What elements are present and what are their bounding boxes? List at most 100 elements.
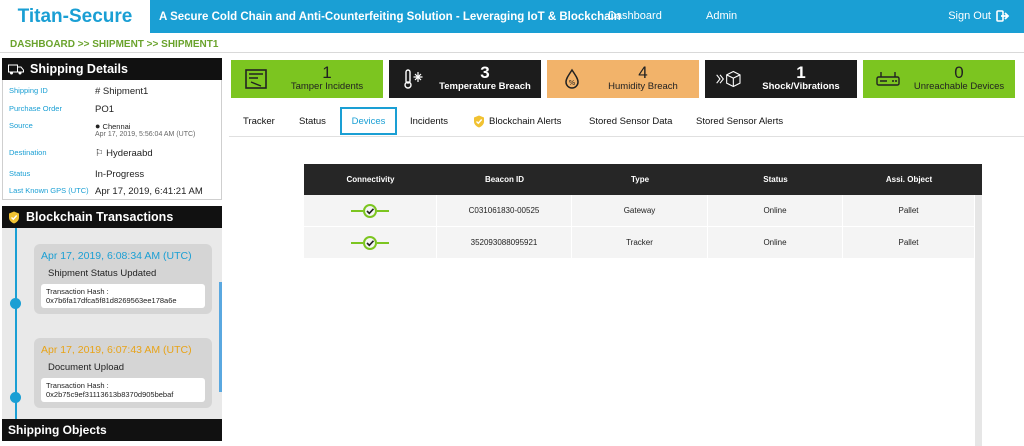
field-label: Purchase Order	[9, 104, 62, 113]
tab-blockchain-alerts[interactable]: Blockchain Alerts	[473, 105, 561, 137]
stat-tile-unreachable[interactable]: 0 Unreachable Devices	[863, 60, 1015, 98]
stat-label: Tamper Incidents	[290, 81, 364, 92]
source-time: Apr 17, 2019, 5:56:04 AM (UTC)	[95, 131, 196, 138]
object-cell: Pallet	[843, 227, 975, 258]
field-label: Destination	[9, 148, 47, 157]
field-value: PO1	[95, 104, 115, 115]
humidity-drop-icon: %	[557, 68, 587, 90]
field-status: Status In-Progress	[9, 169, 221, 180]
field-value: Apr 17, 2019, 6:41:21 AM	[95, 186, 203, 197]
table-scrollbar[interactable]	[975, 195, 982, 446]
brand-logo[interactable]: Titan-Secure	[0, 0, 150, 33]
blockchain-header: Blockchain Transactions	[2, 206, 222, 228]
table-row[interactable]: C031061830-00525 Gateway Online Pallet	[304, 195, 982, 227]
tab-tracker[interactable]: Tracker	[243, 105, 275, 137]
table-row[interactable]: 352093088095921 Tracker Online Pallet	[304, 227, 982, 259]
scrollbar[interactable]	[219, 282, 222, 392]
transaction-time: Apr 17, 2019, 6:07:43 AM (UTC)	[41, 344, 192, 356]
shield-icon	[474, 115, 484, 127]
blockchain-timeline[interactable]: Apr 17, 2019, 6:08:34 AM (UTC) Shipment …	[2, 228, 222, 424]
tab-bar: Tracker Status Devices Incidents Blockch…	[229, 105, 1024, 137]
location-pin-icon: ●	[95, 121, 101, 131]
field-value: # Shipment1	[95, 86, 149, 97]
field-last-gps: Last Known GPS (UTC) Apr 17, 2019, 6:41:…	[9, 186, 221, 197]
sign-out-button[interactable]: Sign Out	[948, 10, 1010, 22]
nav-dashboard[interactable]: Dashboard	[608, 10, 662, 22]
table-header: Connectivity Beacon ID Type Status Assi.…	[304, 164, 982, 195]
field-label: Status	[9, 169, 31, 178]
column-header[interactable]: Assi. Object	[843, 164, 975, 195]
shield-icon	[9, 211, 19, 223]
hash-label: Transaction Hash :	[46, 381, 109, 390]
stat-tile-shock[interactable]: 1 Shock/Vibrations	[705, 60, 857, 98]
source-city: Chennai	[102, 122, 131, 131]
connected-check-icon	[351, 203, 389, 218]
stat-label: Shock/Vibrations	[762, 81, 840, 92]
transaction-hash-box: Transaction Hash : 0x2b75c9ef31113613b83…	[41, 378, 205, 402]
transaction-hash-box: Transaction Hash : 0x7b6fa17dfca5f81d826…	[41, 284, 205, 308]
stat-label: Temperature Breach	[439, 81, 531, 92]
stat-label: Unreachable Devices	[913, 81, 1005, 92]
blockchain-title: Blockchain Transactions	[26, 210, 174, 224]
shipping-details-body: Shipping ID # Shipment1 Purchase Order P…	[2, 80, 222, 200]
stat-tile-temperature[interactable]: 3 Temperature Breach	[389, 60, 541, 98]
tab-label: Blockchain Alerts	[489, 115, 562, 127]
left-panel: Shipping Details Shipping ID # Shipment1…	[2, 58, 222, 446]
stat-label: Humidity Breach	[608, 81, 678, 92]
stat-count: 0	[954, 63, 964, 82]
field-value: In-Progress	[95, 169, 145, 180]
field-value: ● Chennai Apr 17, 2019, 5:56:04 AM (UTC)	[95, 121, 195, 138]
snowflake-thermometer-icon	[399, 68, 429, 90]
transaction-event: Document Upload	[48, 362, 125, 373]
hash-label: Transaction Hash :	[46, 287, 109, 296]
hash-value[interactable]: 0x2b75c9ef31113613b8370d905bebaf	[46, 390, 200, 399]
timeline-dot	[10, 298, 21, 309]
tamper-icon	[241, 68, 271, 90]
tab-devices[interactable]: Devices	[340, 107, 397, 135]
breadcrumb[interactable]: DASHBOARD >> SHIPMENT >> SHIPMENT1	[10, 39, 218, 50]
app-tagline: A Secure Cold Chain and Anti-Counterfeit…	[159, 10, 621, 23]
nav-admin[interactable]: Admin	[706, 10, 737, 22]
connected-check-icon	[351, 235, 389, 250]
object-cell: Pallet	[843, 195, 975, 226]
shipping-details-title: Shipping Details	[30, 62, 128, 76]
beacon-id-cell: C031061830-00525	[437, 195, 572, 226]
connectivity-cell	[304, 227, 437, 258]
transaction-card: Apr 17, 2019, 6:07:43 AM (UTC) Document …	[34, 338, 212, 408]
sign-out-icon	[996, 10, 1010, 22]
shipping-objects-header[interactable]: Shipping Objects	[2, 419, 222, 441]
transaction-card: Apr 17, 2019, 6:08:34 AM (UTC) Shipment …	[34, 244, 212, 314]
field-source: Source ● Chennai Apr 17, 2019, 5:56:04 A…	[9, 121, 221, 138]
type-cell: Gateway	[572, 195, 708, 226]
stat-tile-tamper[interactable]: 1 Tamper Incidents	[231, 60, 383, 98]
divider	[0, 52, 1024, 53]
column-header[interactable]: Connectivity	[304, 164, 437, 195]
flag-icon: ⚐	[95, 148, 104, 159]
field-shipping-id: Shipping ID # Shipment1	[9, 86, 221, 97]
tab-status[interactable]: Status	[299, 105, 326, 137]
field-label: Source	[9, 121, 33, 130]
shipping-details-header: Shipping Details	[2, 58, 222, 80]
tab-incidents[interactable]: Incidents	[410, 105, 448, 137]
truck-icon	[8, 64, 24, 74]
svg-text:%: %	[569, 79, 576, 87]
field-destination: Destination ⚐ Hyderaabd	[9, 148, 221, 159]
column-header[interactable]: Beacon ID	[437, 164, 572, 195]
destination-city: Hyderaabd	[106, 148, 153, 159]
stat-count: 1	[796, 63, 806, 82]
column-header[interactable]: Status	[708, 164, 843, 195]
stat-tile-humidity[interactable]: % 4 Humidity Breach	[547, 60, 699, 98]
transaction-event: Shipment Status Updated	[48, 268, 157, 279]
tab-stored-sensor-data[interactable]: Stored Sensor Data	[589, 105, 672, 137]
hash-value[interactable]: 0x7b6fa17dfca5f81d8269563ee178a6e	[46, 296, 200, 305]
column-header[interactable]: Type	[572, 164, 708, 195]
field-purchase-order: Purchase Order PO1	[9, 104, 221, 115]
connectivity-cell	[304, 195, 437, 226]
sign-out-label: Sign Out	[948, 10, 991, 22]
transaction-time: Apr 17, 2019, 6:08:34 AM (UTC)	[41, 250, 192, 262]
stat-count: 3	[480, 63, 490, 82]
status-cell: Online	[708, 195, 843, 226]
tab-stored-sensor-alerts[interactable]: Stored Sensor Alerts	[696, 105, 783, 137]
type-cell: Tracker	[572, 227, 708, 258]
top-bar: Titan-Secure A Secure Cold Chain and Ant…	[0, 0, 1024, 33]
